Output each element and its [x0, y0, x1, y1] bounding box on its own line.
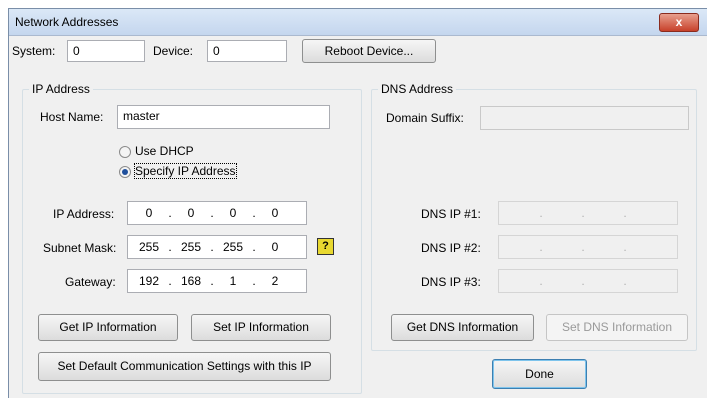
host-name-field[interactable]: master	[117, 105, 330, 129]
dns-dot: .	[539, 206, 543, 220]
mask-dot: .	[210, 240, 214, 254]
dns-ip-3-label: DNS IP #3:	[421, 275, 481, 289]
mask-dot: .	[252, 240, 256, 254]
dns-address-group-title: DNS Address	[378, 82, 457, 96]
gw-dot: .	[168, 274, 172, 288]
ip-octet-2: 0	[187, 206, 195, 220]
dns-dot: .	[581, 206, 585, 220]
gateway-label: Gateway:	[65, 275, 116, 289]
close-button[interactable]: x	[659, 13, 699, 32]
device-field[interactable]: 0	[207, 40, 287, 62]
gw-octet-4: 2	[271, 274, 279, 288]
subnet-help-icon[interactable]: ?	[317, 238, 334, 255]
mask-dot: .	[168, 240, 172, 254]
ip-address-field[interactable]: 0 . 0 . 0 . 0	[127, 201, 307, 225]
dns-dot: .	[623, 274, 627, 288]
set-default-communication-button[interactable]: Set Default Communication Settings with …	[38, 352, 331, 381]
ip-dot: .	[168, 206, 172, 220]
window-title: Network Addresses	[15, 15, 119, 29]
title-bar: Network Addresses x	[9, 9, 707, 36]
gw-dot: .	[252, 274, 256, 288]
get-dns-information-button[interactable]: Get DNS Information	[391, 314, 534, 341]
gw-octet-3: 1	[229, 274, 237, 288]
dns-dot: .	[539, 274, 543, 288]
mask-octet-2: 255	[180, 240, 202, 254]
dns-ip-1-field[interactable]: . . .	[498, 201, 678, 225]
network-addresses-dialog: Network Addresses x System: 0 Device: 0 …	[8, 8, 707, 398]
device-label: Device:	[153, 44, 194, 58]
gateway-field[interactable]: 192 . 168 . 1 . 2	[127, 269, 307, 293]
dns-dot: .	[581, 274, 585, 288]
dns-ip-2-field[interactable]: . . .	[498, 235, 678, 259]
close-icon: x	[675, 15, 683, 29]
domain-suffix-field[interactable]	[480, 106, 689, 130]
ip-octet-3: 0	[229, 206, 237, 220]
specify-ip-radio[interactable]	[119, 166, 131, 178]
dns-dot: .	[539, 240, 543, 254]
dns-dot: .	[623, 240, 627, 254]
domain-suffix-label: Domain Suffix:	[386, 111, 464, 125]
ip-dot: .	[252, 206, 256, 220]
mask-octet-1: 255	[138, 240, 160, 254]
host-name-label: Host Name:	[40, 110, 104, 124]
system-label: System:	[12, 44, 56, 58]
use-dhcp-label[interactable]: Use DHCP	[135, 144, 194, 158]
ip-octet-4: 0	[271, 206, 279, 220]
ip-octet-1: 0	[145, 206, 153, 220]
ip-address-label: IP Address:	[53, 207, 115, 221]
dns-dot: .	[623, 206, 627, 220]
subnet-mask-field[interactable]: 255 . 255 . 255 . 0	[127, 235, 307, 259]
ip-address-group-title: IP Address	[29, 82, 93, 96]
gw-dot: .	[210, 274, 214, 288]
get-ip-information-button[interactable]: Get IP Information	[38, 314, 178, 341]
subnet-mask-label: Subnet Mask:	[43, 241, 117, 255]
gw-octet-2: 168	[180, 274, 202, 288]
dns-dot: .	[581, 240, 585, 254]
mask-octet-3: 255	[222, 240, 244, 254]
specify-ip-label[interactable]: Specify IP Address	[134, 163, 237, 179]
use-dhcp-radio[interactable]	[119, 146, 131, 158]
done-button[interactable]: Done	[492, 359, 587, 389]
system-field[interactable]: 0	[67, 40, 145, 62]
gw-octet-1: 192	[138, 274, 160, 288]
dns-ip-1-label: DNS IP #1:	[421, 207, 481, 221]
set-ip-information-button[interactable]: Set IP Information	[191, 314, 331, 341]
dns-ip-2-label: DNS IP #2:	[421, 241, 481, 255]
mask-octet-4: 0	[271, 240, 279, 254]
dns-ip-3-field[interactable]: . . .	[498, 269, 678, 293]
set-dns-information-button[interactable]: Set DNS Information	[546, 314, 688, 341]
ip-dot: .	[210, 206, 214, 220]
reboot-device-button[interactable]: Reboot Device...	[302, 39, 436, 63]
